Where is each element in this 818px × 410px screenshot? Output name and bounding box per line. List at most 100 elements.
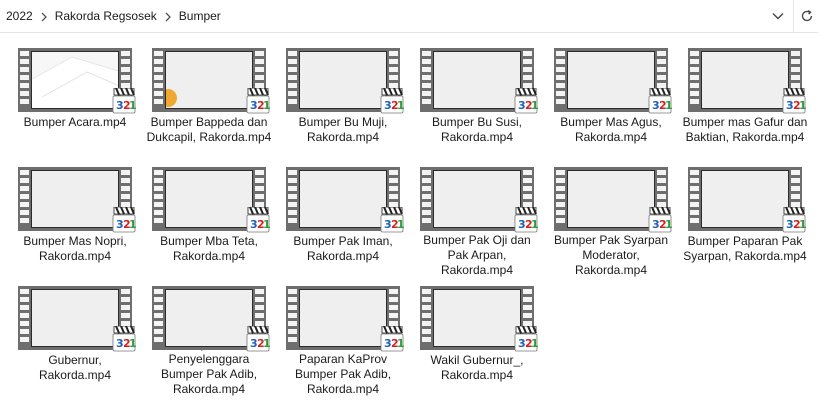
file-grid: 3 2 1 Bumper Acara.mp4 3 2 1 Bumper Bapp…: [8, 40, 812, 397]
file-item[interactable]: 3 2 1 Gubernur, Rakorda.mp4: [8, 278, 142, 397]
toolbar-divider: [793, 0, 794, 32]
file-item[interactable]: 3 2 1 Bumper Mas Agus, Rakorda.mp4: [544, 40, 678, 159]
file-name[interactable]: Bumper Mas Nopri, Rakorda.mp4: [12, 234, 138, 264]
video-thumbnail[interactable]: 3 2 1: [146, 278, 272, 352]
video-thumbnail[interactable]: 3 2 1: [414, 159, 540, 233]
mpc-321-icon: 3 2 1: [514, 206, 539, 233]
video-preview: [433, 51, 521, 109]
mpc-321-icon: 3 2 1: [246, 206, 271, 233]
svg-text:1: 1: [397, 218, 404, 231]
video-thumbnail[interactable]: 3 2 1: [12, 40, 138, 114]
video-thumbnail[interactable]: 3 2 1: [548, 40, 674, 114]
video-thumbnail[interactable]: 3 2 1: [12, 278, 138, 352]
mpc-321-icon: 3 2 1: [246, 87, 271, 114]
file-item[interactable]: 3 2 1 Bumper Bappeda dan Dukcapil, Rakor…: [142, 40, 276, 159]
video-thumbnail[interactable]: 3 2 1: [280, 159, 406, 233]
breadcrumb-item-rakorda-regsosek[interactable]: Rakorda Regsosek: [55, 9, 157, 23]
file-item[interactable]: 3 2 1 Bumper Paparan Pak Syarpan, Rakord…: [678, 159, 812, 278]
file-name[interactable]: Bumper Paparan Pak Syarpan, Rakorda.mp4: [682, 234, 808, 264]
video-thumbnail[interactable]: 3 2 1: [280, 40, 406, 114]
file-name[interactable]: Bumper Bappeda dan Dukcapil, Rakorda.mp4: [146, 115, 272, 145]
svg-text:1: 1: [397, 337, 404, 350]
video-preview: [31, 51, 119, 109]
video-preview: [433, 170, 521, 228]
svg-text:1: 1: [799, 99, 806, 112]
video-thumbnail[interactable]: 3 2 1: [146, 159, 272, 233]
svg-text:1: 1: [397, 99, 404, 112]
video-preview: [165, 170, 253, 228]
chevron-right-icon[interactable]: [157, 9, 179, 23]
file-name[interactable]: Wakil Gubernur_, Rakorda.mp4: [414, 353, 540, 383]
file-name[interactable]: Bumper Pak Iman, Rakorda.mp4: [280, 234, 406, 264]
refresh-icon: [801, 10, 813, 22]
file-item[interactable]: 3 2 1 Bumper Pak Oji dan Pak Arpan, Rako…: [410, 159, 544, 278]
file-name[interactable]: Bumper Mas Agus, Rakorda.mp4: [548, 115, 674, 145]
video-thumbnail[interactable]: 3 2 1: [280, 278, 406, 352]
mpc-321-icon: 3 2 1: [514, 87, 539, 114]
svg-text:1: 1: [531, 99, 538, 112]
video-thumbnail[interactable]: 3 2 1: [414, 278, 540, 352]
file-item[interactable]: 3 2 1 Paparan KaProv Bumper Pak Adib, Ra…: [276, 278, 410, 397]
svg-text:1: 1: [263, 99, 270, 112]
mpc-321-icon: 3 2 1: [514, 325, 539, 352]
svg-text:1: 1: [531, 218, 538, 231]
video-thumbnail[interactable]: 3 2 1: [414, 40, 540, 114]
svg-text:1: 1: [129, 218, 136, 231]
video-preview: [433, 289, 521, 347]
file-item[interactable]: 3 2 1 Bumper Pak Iman, Rakorda.mp4: [276, 159, 410, 278]
mpc-321-icon: 3 2 1: [782, 87, 807, 114]
file-name[interactable]: Bumper mas Gafur dan Baktian, Rakorda.mp…: [682, 115, 808, 145]
video-preview: [299, 289, 387, 347]
svg-text:1: 1: [799, 218, 806, 231]
file-item[interactable]: 3 2 1 Wakil Gubernur_, Rakorda.mp4: [410, 278, 544, 397]
svg-text:1: 1: [129, 99, 136, 112]
file-item[interactable]: 3 2 1 Bumper Bu Susi, Rakorda.mp4: [410, 40, 544, 159]
breadcrumb-item-2022[interactable]: 2022: [6, 9, 33, 23]
mpc-321-icon: 3 2 1: [112, 206, 137, 233]
mpc-321-icon: 3 2 1: [648, 206, 673, 233]
file-item[interactable]: 3 2 1 Bumper Mba Teta, Rakorda.mp4: [142, 159, 276, 278]
file-name[interactable]: Bumper Pak Oji dan Pak Arpan, Rakorda.mp…: [414, 233, 540, 278]
video-preview: [299, 51, 387, 109]
mpc-321-icon: 3 2 1: [380, 325, 405, 352]
video-thumbnail[interactable]: 3 2 1: [12, 159, 138, 233]
file-name[interactable]: Bumper Acara.mp4: [12, 115, 138, 130]
file-item[interactable]: 3 2 1 Bumper Pak Syarpan Moderator, Rako…: [544, 159, 678, 278]
breadcrumb[interactable]: 2022 Rakorda Regsosek Bumper: [0, 0, 792, 32]
mpc-321-icon: 3 2 1: [246, 325, 271, 352]
mpc-321-icon: 3 2 1: [112, 325, 137, 352]
file-name[interactable]: Paparan KaProv Bumper Pak Adib, Rakorda.…: [280, 352, 406, 397]
svg-text:1: 1: [263, 218, 270, 231]
video-thumbnail[interactable]: 3 2 1: [682, 159, 808, 233]
file-item[interactable]: 3 2 1 Bumper mas Gafur dan Baktian, Rako…: [678, 40, 812, 159]
video-preview: [701, 170, 789, 228]
address-history-dropdown[interactable]: [768, 6, 788, 26]
address-bar: 2022 Rakorda Regsosek Bumper: [0, 0, 818, 33]
file-item[interactable]: 3 2 1 Laporan Penyelenggara Bumper Pak A…: [142, 278, 276, 397]
breadcrumb-item-bumper[interactable]: Bumper: [179, 9, 221, 23]
chevron-right-icon[interactable]: [33, 9, 55, 23]
file-name[interactable]: Gubernur, Rakorda.mp4: [12, 353, 138, 383]
video-thumbnail[interactable]: 3 2 1: [548, 159, 674, 233]
svg-text:1: 1: [665, 218, 672, 231]
video-preview: [567, 170, 655, 228]
file-item[interactable]: 3 2 1 Bumper Bu Muji, Rakorda.mp4: [276, 40, 410, 159]
video-preview: [701, 51, 789, 109]
svg-text:1: 1: [531, 337, 538, 350]
file-item[interactable]: 3 2 1 Bumper Acara.mp4: [8, 40, 142, 159]
video-preview: [31, 289, 119, 347]
file-item[interactable]: 3 2 1 Bumper Mas Nopri, Rakorda.mp4: [8, 159, 142, 278]
mpc-321-icon: 3 2 1: [112, 87, 137, 114]
file-name[interactable]: Bumper Bu Muji, Rakorda.mp4: [280, 115, 406, 145]
svg-text:1: 1: [263, 337, 270, 350]
svg-text:1: 1: [129, 337, 136, 350]
file-name[interactable]: Bumper Mba Teta, Rakorda.mp4: [146, 234, 272, 264]
file-name[interactable]: Bumper Bu Susi, Rakorda.mp4: [414, 115, 540, 145]
video-thumbnail[interactable]: 3 2 1: [146, 40, 272, 114]
video-thumbnail[interactable]: 3 2 1: [682, 40, 808, 114]
chevron-down-icon: [772, 13, 784, 20]
refresh-button[interactable]: [797, 6, 817, 26]
svg-text:1: 1: [665, 99, 672, 112]
file-name[interactable]: Bumper Pak Syarpan Moderator, Rakorda.mp…: [548, 233, 674, 278]
mpc-321-icon: 3 2 1: [380, 87, 405, 114]
